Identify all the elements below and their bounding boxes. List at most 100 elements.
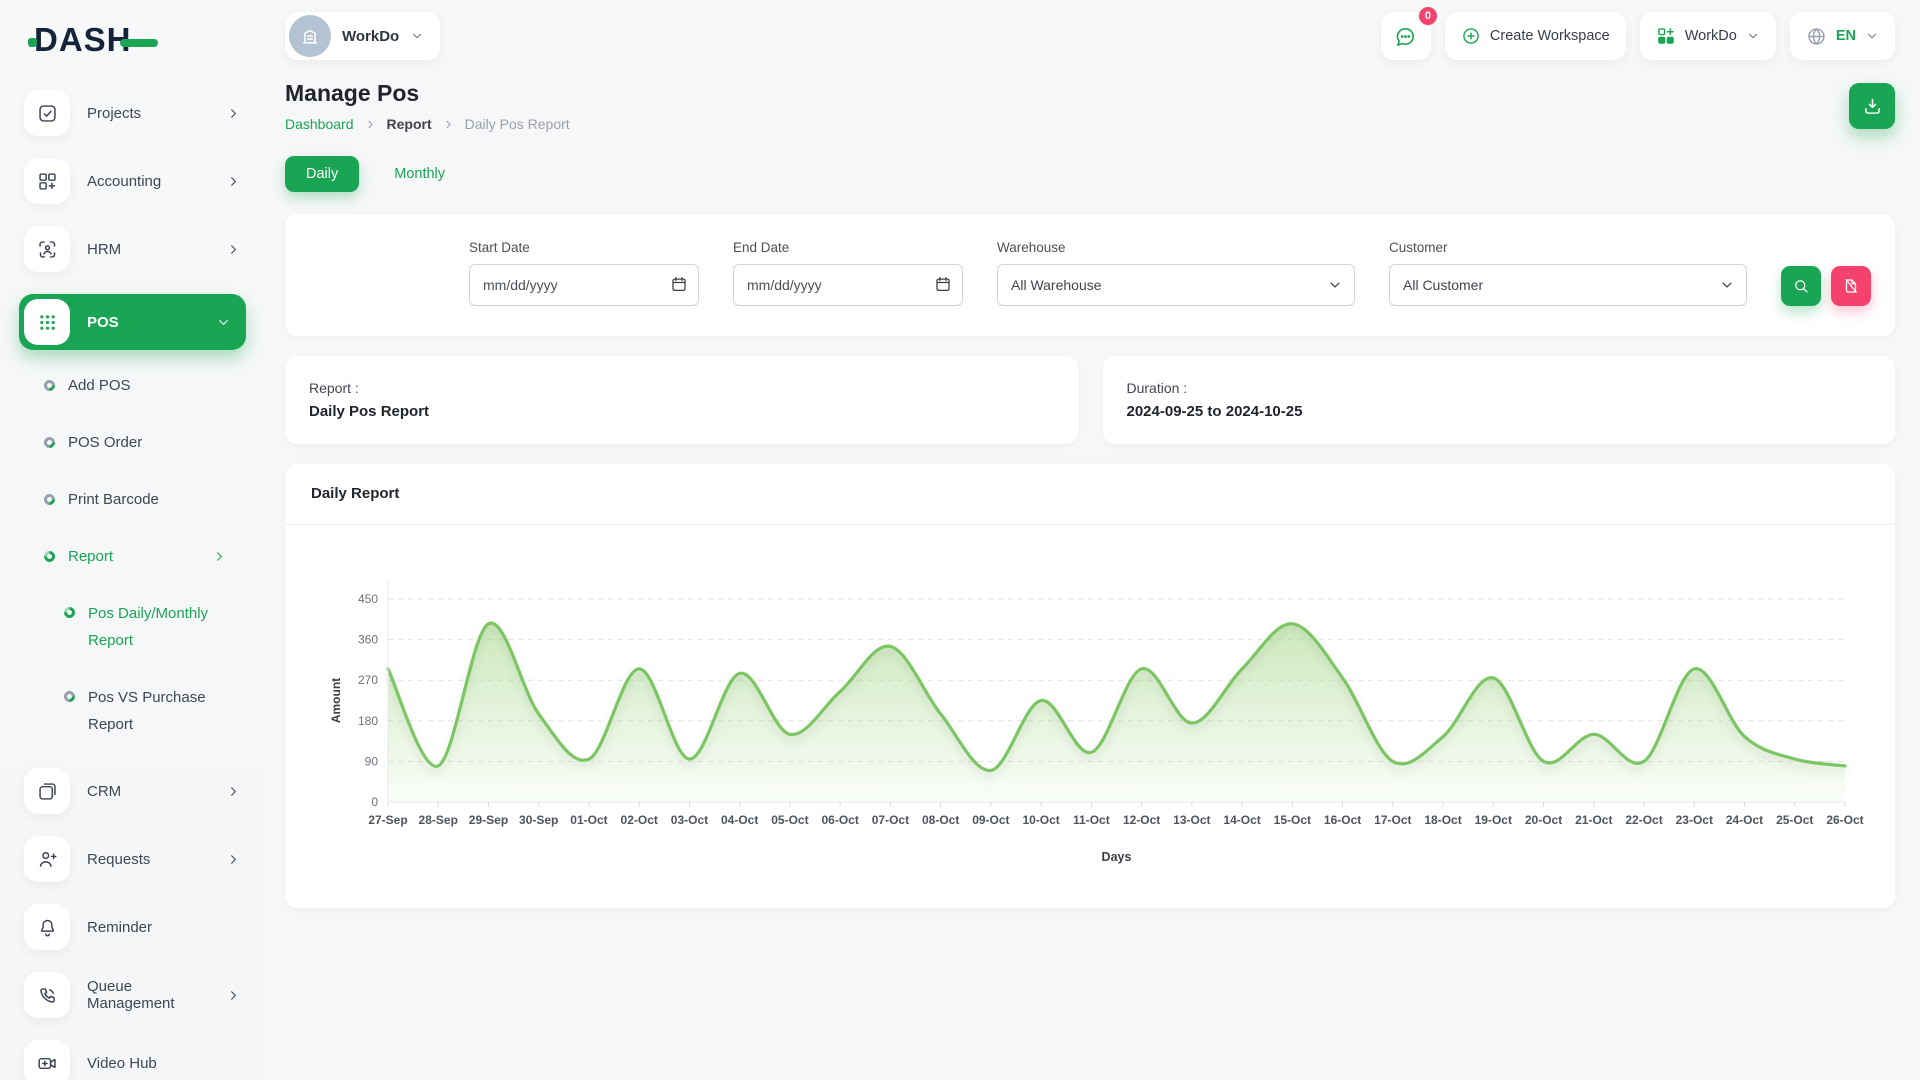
globe-icon xyxy=(1806,26,1827,47)
svg-text:25-Oct: 25-Oct xyxy=(1776,813,1813,827)
grid-plus-icon xyxy=(24,158,70,204)
bell-icon xyxy=(24,904,70,950)
messages-count-badge: 0 xyxy=(1417,5,1439,27)
language-label: EN xyxy=(1836,28,1856,44)
workspace-menu[interactable]: WorkDo xyxy=(1640,12,1776,60)
bullet-icon xyxy=(42,378,58,394)
sidebar-item-label: POS xyxy=(87,314,199,331)
warehouse-select[interactable]: All Warehouse xyxy=(997,264,1355,306)
chart-header: Daily Report xyxy=(285,464,1895,525)
report-card: Report : Daily Pos Report xyxy=(285,356,1078,444)
svg-text:29-Sep: 29-Sep xyxy=(469,813,508,827)
duration-card: Duration : 2024-09-25 to 2024-10-25 xyxy=(1103,356,1896,444)
filter-panel: Start Date End Date Warehouse All Wareho… xyxy=(285,214,1895,336)
create-workspace-button[interactable]: Create Workspace xyxy=(1445,12,1626,60)
sidebar-item-crm[interactable]: CRM xyxy=(24,768,241,814)
svg-text:270: 270 xyxy=(358,673,378,687)
svg-text:19-Oct: 19-Oct xyxy=(1475,813,1512,827)
sidebar-subitem-pos-daily-monthly-report[interactable]: Pos Daily/Monthly Report xyxy=(64,600,241,654)
end-date-input[interactable] xyxy=(733,264,963,306)
svg-text:07-Oct: 07-Oct xyxy=(872,813,909,827)
page-title: Manage Pos xyxy=(285,80,1895,107)
chevron-right-icon xyxy=(442,118,455,131)
logo-text: DASH xyxy=(34,21,132,59)
sidebar-subitem-label: Pos Daily/Monthly Report xyxy=(88,600,241,654)
svg-text:20-Oct: 20-Oct xyxy=(1525,813,1562,827)
svg-text:14-Oct: 14-Oct xyxy=(1223,813,1260,827)
sidebar-nav: Projects Accounting HRM POS Add POS POS … xyxy=(24,90,241,1080)
svg-text:90: 90 xyxy=(365,754,379,768)
sidebar-subitem-label: Report xyxy=(68,543,113,570)
bullet-icon xyxy=(62,605,78,621)
breadcrumb-dashboard-link[interactable]: Dashboard xyxy=(285,116,354,132)
svg-text:0: 0 xyxy=(371,795,378,809)
svg-text:08-Oct: 08-Oct xyxy=(922,813,959,827)
customer-select[interactable]: All Customer xyxy=(1389,264,1747,306)
breadcrumb-current: Daily Pos Report xyxy=(465,116,570,132)
sidebar-subitem-pos-order[interactable]: POS Order xyxy=(44,429,241,456)
start-date-label: Start Date xyxy=(469,240,699,255)
customer-group: Customer All Customer xyxy=(1389,240,1747,306)
sidebar-item-reminder[interactable]: Reminder xyxy=(24,904,241,950)
sidebar-subitem-label: Add POS xyxy=(68,372,131,399)
user-scan-icon xyxy=(24,226,70,272)
workspace-switcher[interactable]: WorkDo xyxy=(285,12,440,60)
svg-text:15-Oct: 15-Oct xyxy=(1274,813,1311,827)
svg-text:Amount: Amount xyxy=(329,678,343,723)
messages-button[interactable]: 0 xyxy=(1381,12,1431,60)
svg-text:27-Sep: 27-Sep xyxy=(368,813,407,827)
sidebar-item-label: Queue Management xyxy=(87,978,209,1012)
sidebar-item-video-hub[interactable]: Video Hub xyxy=(24,1040,241,1080)
check-square-icon xyxy=(24,90,70,136)
bullet-icon xyxy=(42,435,58,451)
sidebar-item-queue-management[interactable]: Queue Management xyxy=(24,972,241,1018)
svg-text:12-Oct: 12-Oct xyxy=(1123,813,1160,827)
chevron-right-icon xyxy=(226,988,241,1003)
sidebar-subitem-report[interactable]: Report xyxy=(44,543,241,570)
chevron-right-icon xyxy=(226,242,241,257)
reset-filter-button[interactable] xyxy=(1831,266,1871,306)
end-date-label: End Date xyxy=(733,240,963,255)
sidebar-subitem-label: Print Barcode xyxy=(68,486,159,513)
sidebar-item-requests[interactable]: Requests xyxy=(24,836,241,882)
sidebar-item-label: CRM xyxy=(87,783,209,800)
chevron-right-icon xyxy=(226,174,241,189)
language-menu[interactable]: EN xyxy=(1790,12,1895,60)
download-icon xyxy=(1862,96,1883,117)
sidebar-item-label: Video Hub xyxy=(87,1055,241,1072)
svg-text:28-Sep: 28-Sep xyxy=(419,813,458,827)
svg-text:02-Oct: 02-Oct xyxy=(621,813,658,827)
chevron-down-icon xyxy=(410,29,424,43)
main-content: WorkDo 0 Create Workspace WorkDo EN xyxy=(285,0,1920,908)
sidebar-subitem-pos-vs-purchase-report[interactable]: Pos VS Purchase Report xyxy=(64,684,241,738)
sidebar-item-projects[interactable]: Projects xyxy=(24,90,241,136)
sidebar-item-hrm[interactable]: HRM xyxy=(24,226,241,272)
bullet-icon xyxy=(42,492,58,508)
sidebar-item-accounting[interactable]: Accounting xyxy=(24,158,241,204)
download-button[interactable] xyxy=(1849,83,1895,129)
tab-monthly[interactable]: Monthly xyxy=(373,156,466,192)
start-date-input[interactable] xyxy=(469,264,699,306)
breadcrumb-report[interactable]: Report xyxy=(387,116,432,132)
sidebar-item-label: Projects xyxy=(87,105,209,122)
search-button[interactable] xyxy=(1781,266,1821,306)
chevron-down-icon xyxy=(216,315,241,330)
sidebar-subitem-label: Pos VS Purchase Report xyxy=(88,684,241,738)
report-label: Report : xyxy=(309,380,1054,396)
chevron-right-icon xyxy=(226,852,241,867)
sidebar-subitem-add-pos[interactable]: Add POS xyxy=(44,372,241,399)
start-date-group: Start Date xyxy=(469,240,699,306)
sidebar-item-label: Accounting xyxy=(87,173,209,190)
sidebar-subitem-print-barcode[interactable]: Print Barcode xyxy=(44,486,241,513)
svg-text:180: 180 xyxy=(358,714,378,728)
plus-circle-icon xyxy=(1461,26,1481,46)
page-header: Manage Pos Dashboard Report Daily Pos Re… xyxy=(285,80,1895,132)
bullet-icon xyxy=(42,549,58,565)
app-logo[interactable]: DASH xyxy=(24,16,241,64)
video-plus-icon xyxy=(24,1040,70,1080)
sidebar-item-pos[interactable]: POS xyxy=(19,294,246,350)
svg-text:Days: Days xyxy=(1102,850,1132,864)
svg-text:24-Oct: 24-Oct xyxy=(1726,813,1763,827)
svg-text:05-Oct: 05-Oct xyxy=(771,813,808,827)
tab-daily[interactable]: Daily xyxy=(285,156,359,192)
